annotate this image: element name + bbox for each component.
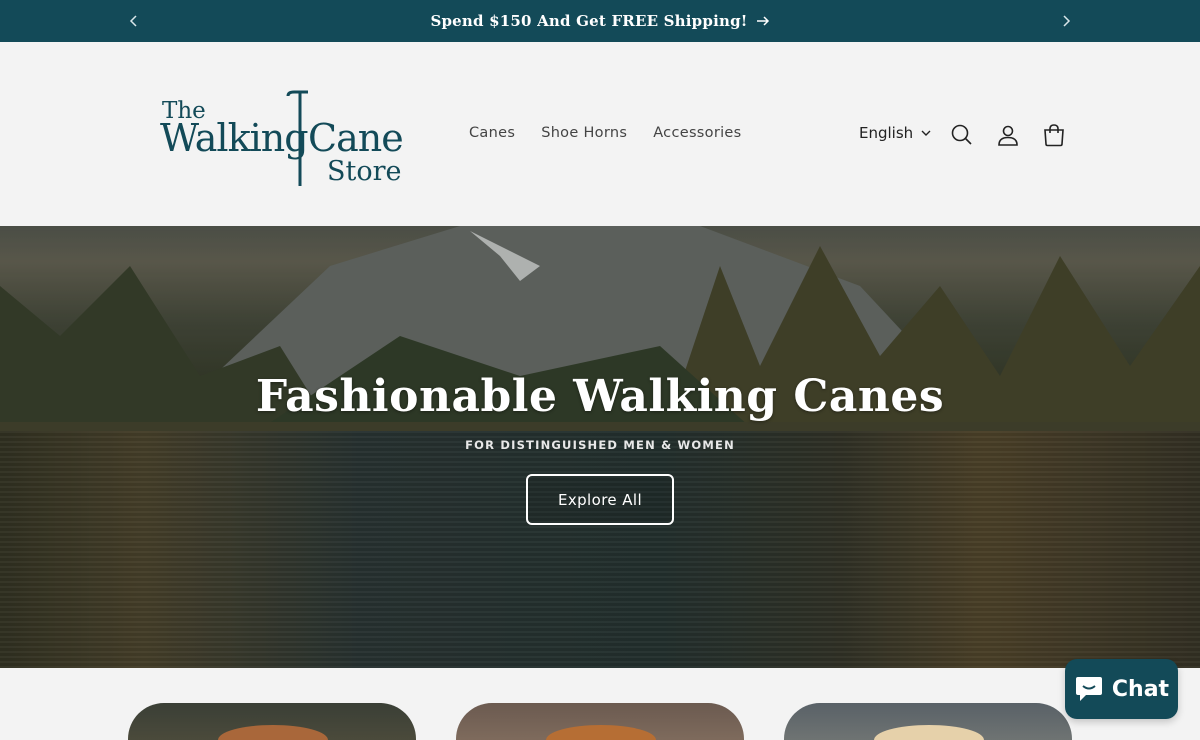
search-button[interactable] [949, 122, 975, 148]
chat-button[interactable]: Chat [1065, 659, 1178, 719]
main-nav: Canes Shoe Horns Accessories [469, 125, 742, 141]
hero-banner: Fashionable Walking Canes FOR DISTINGUIS… [0, 226, 1200, 668]
arrow-right-icon [756, 16, 769, 26]
chevron-down-icon [921, 130, 931, 136]
announcement-bar: Spend $150 And Get FREE Shipping! [0, 0, 1200, 42]
logo-text-walking: Walking [160, 116, 309, 160]
chevron-left-icon [129, 15, 137, 27]
cane-handle-image [218, 725, 328, 740]
cart-button[interactable] [1041, 122, 1067, 148]
nav-item-accessories[interactable]: Accessories [653, 125, 741, 141]
chevron-right-icon [1063, 15, 1071, 27]
cane-handle-image [874, 725, 984, 740]
logo-text-cane: Cane [308, 116, 404, 160]
chat-bubble-icon [1075, 677, 1102, 701]
hero-subtitle: FOR DISTINGUISHED MEN & WOMEN [465, 438, 735, 452]
language-selector[interactable]: English [859, 124, 931, 142]
nav-item-canes[interactable]: Canes [469, 125, 515, 141]
explore-all-button[interactable]: Explore All [526, 474, 674, 525]
announcement-next-button[interactable] [1046, 0, 1086, 42]
announcement-text: Spend $150 And Get FREE Shipping! [430, 12, 748, 30]
collection-card[interactable] [456, 703, 744, 740]
announcement-prev-button[interactable] [114, 0, 154, 42]
logo-text-store: Store [327, 156, 402, 187]
site-header: The Walking Cane Store Canes Shoe Horns … [0, 42, 1200, 226]
account-button[interactable] [995, 122, 1021, 148]
chat-label: Chat [1111, 676, 1170, 702]
collection-card[interactable] [784, 703, 1072, 740]
cane-handle-image [546, 725, 656, 740]
language-label: English [859, 124, 914, 142]
hero-title: Fashionable Walking Canes [255, 371, 945, 422]
account-icon [998, 125, 1018, 146]
store-logo[interactable]: The Walking Cane Store [160, 90, 404, 190]
cart-icon [1044, 124, 1064, 147]
nav-item-shoe-horns[interactable]: Shoe Horns [541, 125, 627, 141]
search-icon [951, 124, 972, 145]
announcement-link[interactable]: Spend $150 And Get FREE Shipping! [430, 12, 769, 30]
collection-card[interactable] [128, 703, 416, 740]
